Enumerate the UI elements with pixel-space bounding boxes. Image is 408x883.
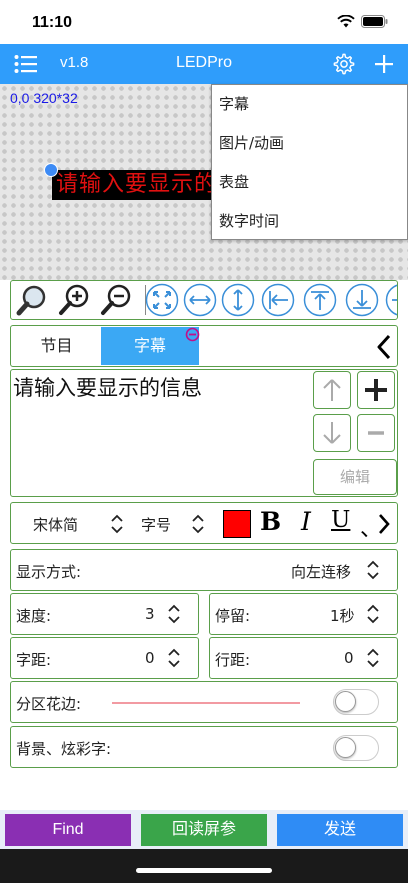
subtitle-editor[interactable]: 请输入要显示的信息 编辑 — [10, 369, 398, 497]
display-mode-label: 显示方式: — [16, 563, 82, 581]
font-size-label: 字号 — [141, 516, 172, 534]
canvas-coordinates: 0,0 320*32 — [10, 90, 78, 106]
minus-icon — [368, 431, 384, 435]
font-stepper-icon[interactable] — [110, 513, 124, 535]
partition-border-row: 分区花边: — [10, 681, 398, 723]
arrow-up-icon — [323, 379, 341, 401]
menu-item-digital-time[interactable]: 数字时间 — [212, 202, 407, 241]
menu-item-subtitle[interactable]: 字幕 — [212, 85, 407, 124]
edit-button[interactable]: 编辑 — [313, 459, 397, 495]
speed-stepper-icon[interactable] — [167, 603, 181, 625]
speed-label: 速度: — [16, 607, 52, 625]
bold-button[interactable]: B — [260, 507, 281, 536]
border-style-preview[interactable] — [112, 702, 300, 704]
speed-value[interactable]: 3 — [145, 605, 155, 623]
background-label: 背景、炫彩字: — [16, 740, 112, 758]
font-settings-row: 宋体简 字号 B I U 、 — [10, 502, 398, 544]
subtitle-text-input[interactable]: 请输入要显示的信息 — [13, 372, 202, 402]
nav-bar: v1.8 LEDPro — [0, 44, 408, 84]
home-indicator[interactable] — [136, 868, 272, 873]
add-subtitle-button[interactable] — [357, 371, 395, 409]
resize-handle[interactable] — [44, 163, 58, 177]
fit-height-icon[interactable] — [221, 283, 255, 317]
char-spacing-stepper-icon[interactable] — [167, 647, 181, 669]
display-mode-row[interactable]: 显示方式: 向左连移 — [10, 549, 398, 591]
background-toggle[interactable] — [333, 735, 379, 761]
chevron-right-icon[interactable] — [377, 512, 391, 536]
display-mode-value[interactable]: 向左连移 — [291, 561, 351, 582]
stay-stepper-icon[interactable] — [366, 603, 380, 625]
char-spacing-value[interactable]: 0 — [145, 649, 155, 667]
add-dropdown-menu: 字幕 图片/动画 表盘 数字时间 — [211, 84, 408, 240]
add-icon[interactable] — [372, 52, 396, 76]
zoom-in-icon[interactable] — [57, 283, 91, 317]
magnifier-icon[interactable] — [15, 283, 49, 317]
line-spacing-row[interactable]: 行距: 0 — [209, 637, 398, 679]
status-bar: 11:10 — [0, 0, 408, 44]
home-bar — [0, 849, 408, 883]
stay-value[interactable]: 1秒 — [330, 605, 355, 626]
gear-icon[interactable] — [333, 53, 355, 75]
send-button[interactable]: 发送 — [277, 814, 403, 846]
fullscreen-icon[interactable] — [145, 283, 179, 317]
line-spacing-stepper-icon[interactable] — [366, 647, 380, 669]
find-button[interactable]: Find — [5, 814, 131, 846]
display-mode-stepper-icon[interactable] — [366, 559, 380, 581]
program-tabs: 节目 字幕 — [10, 325, 398, 367]
arrow-down-icon — [323, 422, 341, 444]
zoom-out-icon[interactable] — [99, 283, 133, 317]
align-top-icon[interactable] — [303, 283, 337, 317]
background-row: 背景、炫彩字: — [10, 726, 398, 768]
italic-button[interactable]: I — [301, 507, 311, 536]
chevron-left-icon[interactable] — [375, 334, 393, 360]
status-time: 11:10 — [32, 14, 73, 31]
battery-icon — [361, 15, 388, 28]
toggle-knob — [335, 691, 356, 712]
line-spacing-value[interactable]: 0 — [344, 649, 354, 667]
text-color-swatch[interactable] — [223, 510, 251, 538]
stay-row[interactable]: 停留: 1秒 — [209, 593, 398, 635]
move-down-button[interactable] — [313, 414, 351, 452]
read-back-button[interactable]: 回读屏参 — [141, 814, 267, 846]
remove-subtitle-button[interactable] — [357, 414, 395, 452]
partition-border-toggle[interactable] — [333, 689, 379, 715]
font-size-stepper-icon[interactable] — [191, 513, 205, 535]
align-left-icon[interactable] — [261, 283, 295, 317]
char-spacing-label: 字距: — [16, 651, 52, 669]
menu-item-image-animation[interactable]: 图片/动画 — [212, 124, 407, 163]
stay-label: 停留: — [215, 607, 251, 625]
tab-program[interactable]: 节目 — [12, 327, 101, 365]
toggle-knob — [335, 737, 356, 758]
remove-tab-icon[interactable] — [185, 327, 200, 342]
bottom-action-bar: Find 回读屏参 发送 — [0, 810, 408, 849]
plus-icon — [365, 379, 387, 401]
status-icons — [337, 15, 388, 28]
canvas-toolbar — [10, 280, 398, 320]
align-bottom-icon[interactable] — [345, 283, 379, 317]
fit-width-icon[interactable] — [183, 283, 217, 317]
menu-item-clock-dial[interactable]: 表盘 — [212, 163, 407, 202]
font-name[interactable]: 宋体简 — [33, 514, 78, 535]
underline-button[interactable]: U — [331, 507, 350, 533]
led-preview-text[interactable]: 请输入要显示的信息 — [52, 170, 222, 200]
partition-border-label: 分区花边: — [16, 695, 82, 713]
char-spacing-row[interactable]: 字距: 0 — [10, 637, 199, 679]
align-right-icon[interactable] — [385, 283, 398, 317]
move-up-button[interactable] — [313, 371, 351, 409]
wifi-icon — [337, 15, 355, 28]
line-spacing-label: 行距: — [215, 651, 251, 669]
speed-row[interactable]: 速度: 3 — [10, 593, 199, 635]
